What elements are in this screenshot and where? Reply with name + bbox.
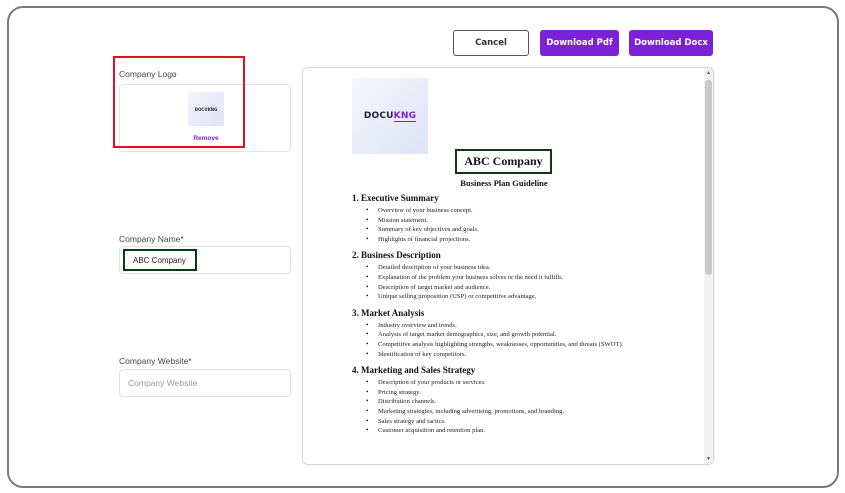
- list-item: Overview of your business concept.: [366, 206, 652, 216]
- document-preview[interactable]: DOCU KNG ABC Company Business Plan Guidel…: [302, 67, 714, 465]
- app-frame: Cancel Download Pdf Download Docx Compan…: [7, 6, 839, 488]
- doc-section: 3. Market Analysis Industry overview and…: [352, 308, 652, 359]
- list-item: Description of your products or services…: [366, 378, 652, 388]
- scroll-down-arrow-icon[interactable]: ▼: [704, 454, 713, 464]
- list-item: Unique selling proposition (USP) or comp…: [366, 292, 652, 302]
- list-item: Sales strategy and tactics.: [366, 417, 652, 427]
- company-name-label: Company Name*: [119, 234, 184, 244]
- doc-section: 2. Business Description Detailed descrip…: [352, 250, 652, 301]
- document-logo-text: DOCU: [363, 111, 394, 121]
- list-item: Customer acquisition and retention plan.: [366, 426, 652, 436]
- list-item: Detailed description of your business id…: [366, 263, 652, 273]
- doc-section: 1. Executive Summary Overview of your bu…: [352, 193, 652, 244]
- list-item: Industry overview and trends.: [366, 321, 652, 331]
- list-item: Highlights of financial projections.: [366, 235, 652, 245]
- scroll-thumb[interactable]: [705, 80, 712, 275]
- company-website-placeholder: Company Website: [128, 378, 198, 388]
- cancel-button[interactable]: Cancel: [453, 30, 529, 56]
- document-subtitle: Business Plan Guideline: [460, 178, 548, 188]
- logo-highlight-box: [113, 56, 245, 148]
- section-heading: 2. Business Description: [352, 250, 441, 261]
- list-item: Explanation of the problem your business…: [366, 273, 652, 283]
- company-website-label: Company Website*: [119, 356, 192, 366]
- list-item: Competitive analysis highlighting streng…: [366, 340, 652, 350]
- list-item: Description of target market and audienc…: [366, 283, 652, 293]
- document-logo: DOCU KNG: [352, 78, 428, 154]
- company-name-input[interactable]: ABC Company: [119, 246, 291, 274]
- document-body: 1. Executive Summary Overview of your bu…: [352, 193, 652, 442]
- list-item: Distribution channels.: [366, 397, 652, 407]
- list-item: Analysis of target market demographics, …: [366, 330, 652, 340]
- preview-scrollbar[interactable]: ▲ ▼: [704, 68, 713, 464]
- list-item: Mission statement.: [366, 216, 652, 226]
- list-item: Identification of key competitors.: [366, 350, 652, 360]
- section-heading: 1. Executive Summary: [352, 193, 439, 203]
- list-item: Summary of key objectives and goals.: [366, 225, 652, 235]
- download-docx-button[interactable]: Download Docx: [629, 30, 713, 56]
- document-title: ABC Company: [455, 149, 552, 174]
- section-heading: 4. Marketing and Sales Strategy: [352, 365, 476, 376]
- download-pdf-button[interactable]: Download Pdf: [540, 30, 619, 56]
- section-heading: 3. Market Analysis: [352, 307, 425, 318]
- list-item: Pricing strategy.: [366, 388, 652, 398]
- list-item: Marketing strategies, including advertis…: [366, 407, 652, 417]
- scroll-up-arrow-icon[interactable]: ▲: [704, 68, 713, 78]
- document-logo-accent: KNG: [393, 110, 417, 122]
- doc-section: 4. Marketing and Sales Strategy Descript…: [352, 365, 652, 436]
- company-website-input[interactable]: Company Website: [119, 369, 291, 397]
- company-name-value: ABC Company: [123, 249, 197, 271]
